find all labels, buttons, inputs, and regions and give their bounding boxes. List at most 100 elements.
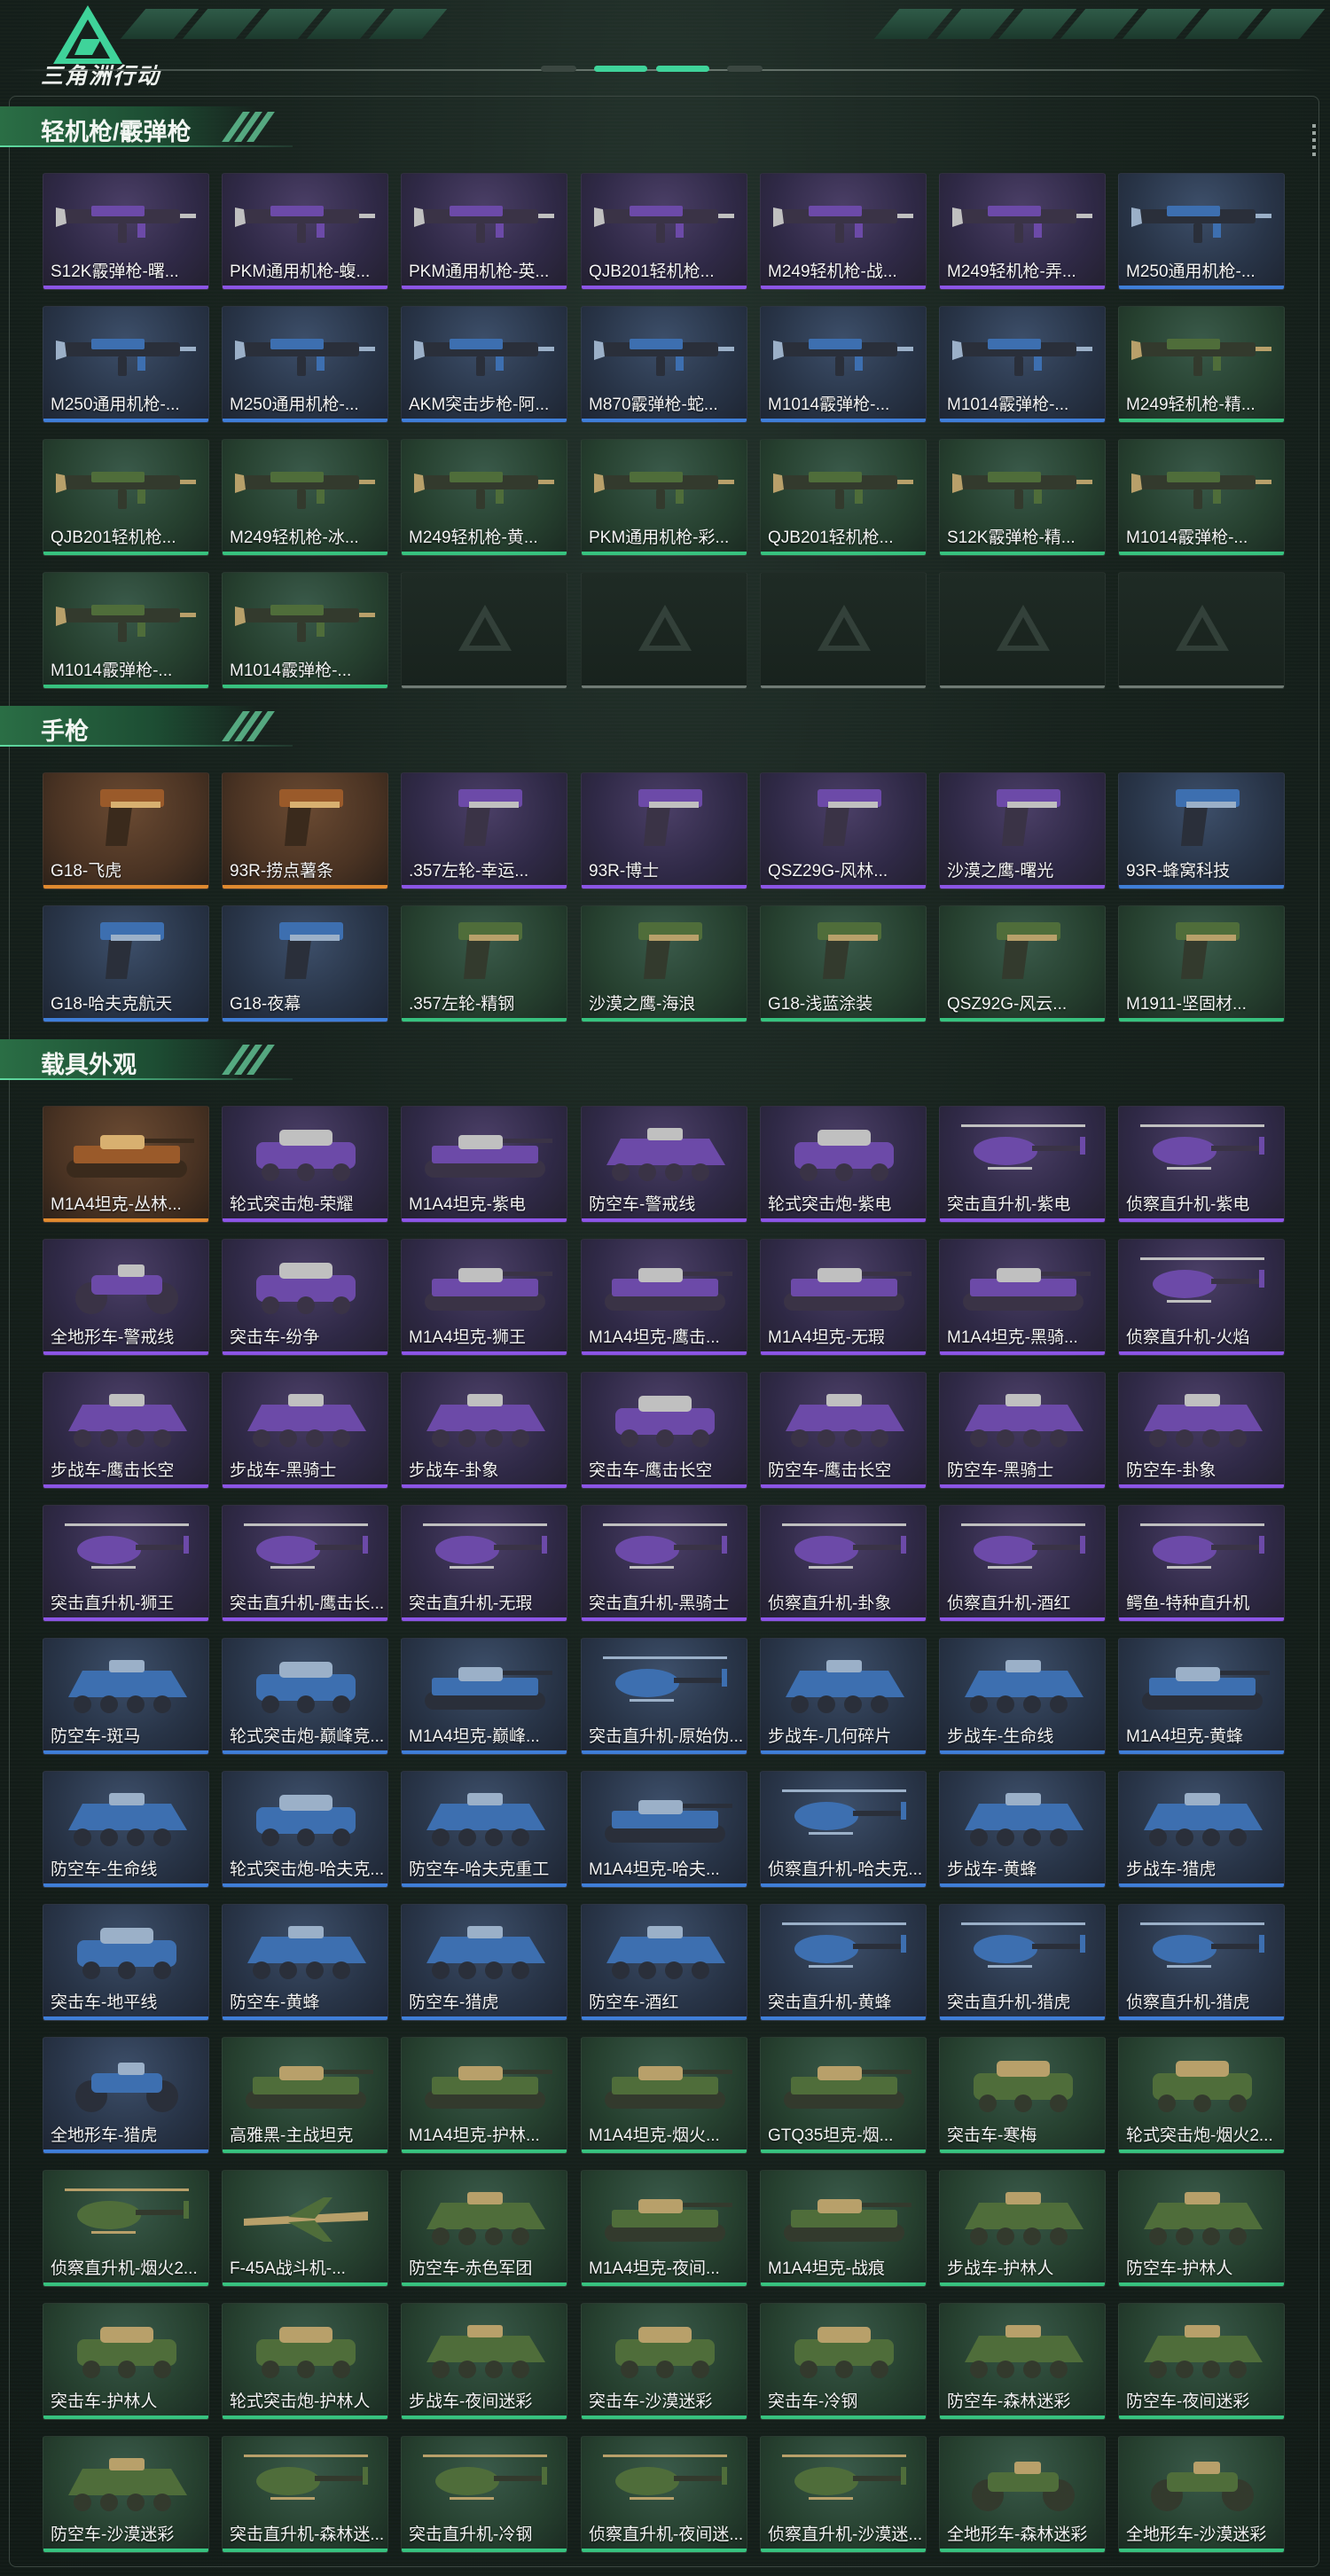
skin-card[interactable]: 侦察直升机-哈夫克...: [760, 1771, 927, 1888]
skin-card[interactable]: M249轻机枪-弄...: [939, 173, 1106, 290]
skin-card[interactable]: M250通用机枪-...: [222, 306, 388, 423]
skin-card[interactable]: 93R-博士: [581, 772, 747, 889]
skin-card[interactable]: .357左轮-精钢: [401, 905, 567, 1022]
skin-card[interactable]: 防空车-猎虎: [401, 1904, 567, 2021]
skin-card[interactable]: AKM突击步枪-阿...: [401, 306, 567, 423]
skin-card[interactable]: G18-哈夫克航天: [43, 905, 209, 1022]
skin-card[interactable]: M1014霰弹枪-...: [939, 306, 1106, 423]
skin-card[interactable]: M1A4坦克-狮王: [401, 1239, 567, 1356]
skin-card[interactable]: S12K霰弹枪-精...: [939, 439, 1106, 556]
skin-card[interactable]: M1A4坦克-黑骑...: [939, 1239, 1106, 1356]
skin-card[interactable]: 侦察直升机-猎虎: [1118, 1904, 1285, 2021]
skin-card[interactable]: .357左轮-幸运...: [401, 772, 567, 889]
skin-card[interactable]: GTQ35坦克-烟...: [760, 2037, 927, 2154]
skin-card[interactable]: M250通用机枪-...: [43, 306, 209, 423]
skin-card[interactable]: PKM通用机枪-英...: [401, 173, 567, 290]
skin-card[interactable]: 突击直升机-紫电: [939, 1106, 1106, 1223]
skin-card[interactable]: 鳄鱼-特种直升机: [1118, 1505, 1285, 1622]
skin-card[interactable]: 沙漠之鹰-曙光: [939, 772, 1106, 889]
skin-card[interactable]: 侦察直升机-火焰: [1118, 1239, 1285, 1356]
skin-card[interactable]: M1014霰弹枪-...: [1118, 439, 1285, 556]
skin-card[interactable]: 侦察直升机-酒红: [939, 1505, 1106, 1622]
skin-card[interactable]: F-45A战斗机-...: [222, 2170, 388, 2287]
skin-card[interactable]: 突击车-沙漠迷彩: [581, 2303, 747, 2420]
skin-card[interactable]: 突击直升机-原始伪...: [581, 1638, 747, 1755]
skin-card[interactable]: 防空车-生命线: [43, 1771, 209, 1888]
skin-card[interactable]: 防空车-森林迷彩: [939, 2303, 1106, 2420]
skin-card[interactable]: M1A4坦克-无瑕: [760, 1239, 927, 1356]
skin-card[interactable]: 轮式突击炮-哈夫克...: [222, 1771, 388, 1888]
page-indicator-pill[interactable]: [727, 66, 763, 72]
skin-card[interactable]: M250通用机枪-...: [1118, 173, 1285, 290]
skin-card[interactable]: M1014霰弹枪-...: [760, 306, 927, 423]
skin-card[interactable]: 突击车-寒梅: [939, 2037, 1106, 2154]
skin-card[interactable]: QSZ29G-风林...: [760, 772, 927, 889]
skin-card[interactable]: QJB201轻机枪...: [581, 173, 747, 290]
skin-card[interactable]: M1A4坦克-黄蜂: [1118, 1638, 1285, 1755]
skin-card[interactable]: 93R-捞点薯条: [222, 772, 388, 889]
skin-card[interactable]: 突击直升机-鹰击长...: [222, 1505, 388, 1622]
skin-card[interactable]: 全地形车-警戒线: [43, 1239, 209, 1356]
page-indicator-pill[interactable]: [541, 66, 576, 72]
skin-card[interactable]: M1A4坦克-战痕: [760, 2170, 927, 2287]
skin-card[interactable]: M1014霰弹枪-...: [222, 572, 388, 689]
skin-card[interactable]: 突击车-地平线: [43, 1904, 209, 2021]
skin-card[interactable]: QJB201轻机枪...: [43, 439, 209, 556]
skin-card[interactable]: 防空车-沙漠迷彩: [43, 2436, 209, 2553]
skin-card[interactable]: 突击直升机-黑骑士: [581, 1505, 747, 1622]
skin-card[interactable]: QSZ92G-风云...: [939, 905, 1106, 1022]
skin-card[interactable]: 轮式突击炮-护林人: [222, 2303, 388, 2420]
skin-card[interactable]: 突击直升机-狮王: [43, 1505, 209, 1622]
skin-card[interactable]: 突击直升机-冷钢: [401, 2436, 567, 2553]
skin-card[interactable]: 步战车-黑骑士: [222, 1372, 388, 1489]
skin-card[interactable]: QJB201轻机枪...: [760, 439, 927, 556]
skin-card[interactable]: 步战车-几何碎片: [760, 1638, 927, 1755]
skin-card[interactable]: 全地形车-沙漠迷彩: [1118, 2436, 1285, 2553]
skin-card[interactable]: M1A4坦克-巅峰...: [401, 1638, 567, 1755]
skin-card[interactable]: G18-飞虎: [43, 772, 209, 889]
skin-card[interactable]: M1911-坚固材...: [1118, 905, 1285, 1022]
skin-card[interactable]: 防空车-赤色军团: [401, 2170, 567, 2287]
skin-card[interactable]: M1A4坦克-护林...: [401, 2037, 567, 2154]
skin-card[interactable]: M1A4坦克-紫电: [401, 1106, 567, 1223]
skin-card[interactable]: 侦察直升机-紫电: [1118, 1106, 1285, 1223]
skin-card[interactable]: 突击车-纷争: [222, 1239, 388, 1356]
skin-card[interactable]: 93R-蜂窝科技: [1118, 772, 1285, 889]
skin-card[interactable]: M249轻机枪-黄...: [401, 439, 567, 556]
skin-card[interactable]: M1A4坦克-烟火...: [581, 2037, 747, 2154]
page-indicator-pill-active[interactable]: [594, 66, 647, 72]
skin-card[interactable]: G18-浅蓝涂装: [760, 905, 927, 1022]
skin-card[interactable]: M1A4坦克-鹰击...: [581, 1239, 747, 1356]
skin-card[interactable]: S12K霰弹枪-曙...: [43, 173, 209, 290]
skin-card[interactable]: M249轻机枪-冰...: [222, 439, 388, 556]
skin-card[interactable]: 防空车-夜间迷彩: [1118, 2303, 1285, 2420]
skin-card[interactable]: 沙漠之鹰-海浪: [581, 905, 747, 1022]
skin-card[interactable]: 侦察直升机-烟火2...: [43, 2170, 209, 2287]
skin-card[interactable]: 轮式突击炮-烟火2...: [1118, 2037, 1285, 2154]
skin-card[interactable]: 突击车-冷钢: [760, 2303, 927, 2420]
skin-card[interactable]: 轮式突击炮-荣耀: [222, 1106, 388, 1223]
skin-card[interactable]: 防空车-黑骑士: [939, 1372, 1106, 1489]
skin-card[interactable]: M1014霰弹枪-...: [43, 572, 209, 689]
skin-card[interactable]: 轮式突击炮-巅峰竞...: [222, 1638, 388, 1755]
skin-card[interactable]: 防空车-卦象: [1118, 1372, 1285, 1489]
skin-card[interactable]: 防空车-哈夫克重工: [401, 1771, 567, 1888]
skin-card[interactable]: 步战车-鹰击长空: [43, 1372, 209, 1489]
skin-card[interactable]: 突击车-护林人: [43, 2303, 209, 2420]
skin-card[interactable]: M870霰弹枪-蛇...: [581, 306, 747, 423]
skin-card[interactable]: 高雅黑-主战坦克: [222, 2037, 388, 2154]
skin-card[interactable]: 步战车-猎虎: [1118, 1771, 1285, 1888]
skin-card[interactable]: M249轻机枪-战...: [760, 173, 927, 290]
skin-card[interactable]: 防空车-酒红: [581, 1904, 747, 2021]
skin-card[interactable]: M1A4坦克-丛林...: [43, 1106, 209, 1223]
skin-card[interactable]: 步战车-黄蜂: [939, 1771, 1106, 1888]
skin-card[interactable]: 侦察直升机-卦象: [760, 1505, 927, 1622]
skin-card[interactable]: 侦察直升机-沙漠迷...: [760, 2436, 927, 2553]
skin-card[interactable]: 步战车-夜间迷彩: [401, 2303, 567, 2420]
skin-card[interactable]: M1A4坦克-夜间...: [581, 2170, 747, 2287]
skin-card[interactable]: G18-夜幕: [222, 905, 388, 1022]
skin-card[interactable]: 步战车-护林人: [939, 2170, 1106, 2287]
skin-card[interactable]: PKM通用机枪-彩...: [581, 439, 747, 556]
skin-card[interactable]: 侦察直升机-夜间迷...: [581, 2436, 747, 2553]
page-indicator-pill-active[interactable]: [656, 66, 709, 72]
